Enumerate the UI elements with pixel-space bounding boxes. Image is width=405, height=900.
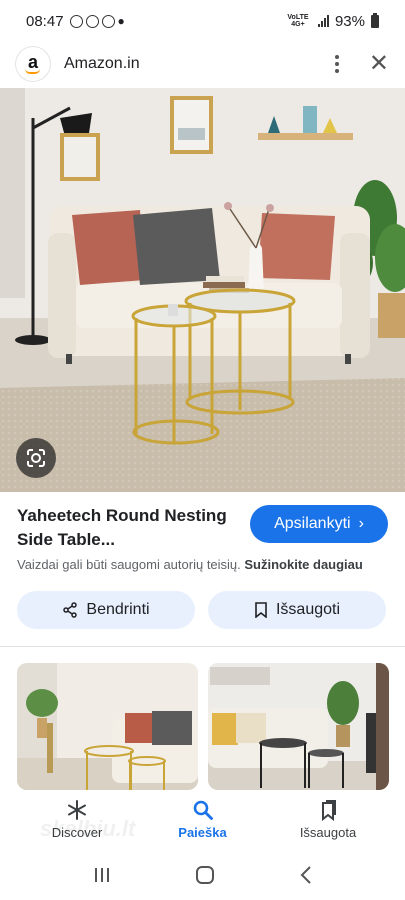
viber-notification-icon: [101, 14, 115, 28]
action-row: Bendrinti Išsaugoti: [17, 591, 386, 629]
save-label: Išsaugoti: [275, 601, 341, 618]
bookmarks-icon: [322, 800, 336, 821]
back-icon[interactable]: [299, 865, 313, 885]
nav-saved[interactable]: Išsaugota: [283, 799, 373, 840]
notification-icons: ●: [69, 14, 125, 28]
copyright-disclaimer: Vaizdai gali būti saugomi autorių teisių…: [17, 557, 389, 572]
more-notifications-dot-icon: ●: [117, 14, 125, 28]
nav-saved-label: Išsaugota: [299, 825, 357, 840]
close-icon[interactable]: ✕: [369, 52, 389, 76]
battery-icon: [371, 12, 379, 28]
amazon-logo: a: [16, 47, 50, 81]
save-button[interactable]: Išsaugoti: [208, 591, 386, 629]
system-navigation-bar: [0, 850, 405, 900]
visit-button[interactable]: Apsilankyti ›: [250, 505, 388, 543]
battery-percent: 93%: [334, 12, 365, 30]
result-info: Yaheetech Round Nesting Side Table...: [17, 504, 247, 552]
result-title[interactable]: Yaheetech Round Nesting Side Table...: [17, 504, 247, 552]
related-image-1-illustration: [17, 663, 198, 790]
messenger-notification-icon: [85, 14, 99, 28]
search-icon: [193, 800, 213, 820]
source-header: a Amazon.in ✕: [0, 42, 405, 86]
disclaimer-text: Vaizdai gali būti saugomi autorių teisių…: [17, 557, 245, 572]
status-bar: 08:47 ● VoLTE 4G+ 93%: [0, 0, 405, 42]
status-time: 08:47: [26, 12, 64, 30]
lens-icon: [27, 449, 45, 467]
nav-search-label: Paieška: [178, 825, 227, 840]
related-images: [17, 663, 389, 790]
site-name[interactable]: Amazon.in: [64, 55, 140, 73]
photos-notification-icon: [69, 14, 83, 28]
related-image-2-illustration: [208, 663, 389, 790]
product-image[interactable]: [0, 88, 405, 492]
share-icon: [63, 602, 78, 618]
share-button[interactable]: Bendrinti: [17, 591, 195, 629]
watermark: skelbiu.lt: [40, 816, 136, 841]
chevron-right-icon: ›: [358, 515, 364, 532]
recent-apps-icon[interactable]: [92, 866, 112, 884]
more-options-icon[interactable]: [334, 55, 339, 73]
living-room-illustration: [0, 88, 405, 492]
divider: [0, 646, 405, 647]
visit-button-label: Apsilankyti: [274, 515, 351, 532]
bookmark-icon: [255, 602, 267, 618]
nav-search[interactable]: Paieška: [158, 799, 248, 840]
network-label: VoLTE 4G+: [287, 14, 309, 28]
related-image-1[interactable]: [17, 663, 198, 790]
learn-more-link[interactable]: Sužinokite daugiau: [244, 557, 362, 572]
related-image-2[interactable]: [208, 663, 389, 790]
home-icon[interactable]: [195, 865, 215, 885]
google-lens-button[interactable]: [16, 438, 56, 478]
signal-icon: [317, 15, 329, 27]
share-label: Bendrinti: [86, 601, 150, 618]
